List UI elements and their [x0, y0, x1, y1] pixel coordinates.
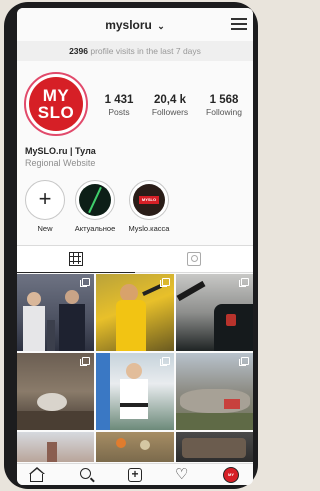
bottom-navigation: + ♡ MY: [17, 463, 253, 485]
nav-home[interactable]: [29, 467, 45, 483]
hamburger-menu-icon[interactable]: [231, 18, 247, 30]
following-count: 1 568: [209, 94, 239, 106]
post-thumbnail[interactable]: [17, 274, 94, 351]
multiple-photos-icon: [80, 278, 90, 287]
add-post-icon: +: [128, 468, 142, 482]
app-header: mysloru ⌄: [17, 8, 253, 40]
account-switcher[interactable]: mysloru ⌄: [17, 18, 253, 32]
post-thumbnail[interactable]: [96, 353, 174, 430]
username-label: mysloru: [105, 18, 152, 32]
profile-category: Regional Website: [25, 158, 96, 168]
avatar-logo-line2: SLO: [37, 103, 75, 122]
nav-activity[interactable]: ♡: [175, 467, 191, 483]
nav-add-post[interactable]: +: [127, 467, 143, 483]
multiple-photos-icon: [160, 278, 170, 287]
highlight-cover: MYSLO: [133, 184, 165, 216]
post-thumbnail[interactable]: [96, 274, 174, 351]
nav-profile[interactable]: MY: [223, 467, 239, 483]
following-stat[interactable]: 1 568 Following: [197, 94, 251, 117]
tab-tagged[interactable]: [135, 246, 253, 273]
highlight-cover: [79, 184, 111, 216]
search-icon: [80, 468, 91, 479]
highlight-circle: [75, 180, 115, 220]
chevron-down-icon: ⌄: [157, 21, 165, 31]
highlight-circle: +: [25, 180, 65, 220]
profile-tabs: [17, 245, 253, 273]
followers-stat[interactable]: 20,4 k Followers: [145, 94, 195, 117]
highlight-new[interactable]: + New: [19, 180, 71, 233]
plus-icon: +: [38, 186, 52, 211]
app-screen: mysloru ⌄ 2396 profile visits in the las…: [17, 8, 253, 485]
multiple-photos-icon: [239, 278, 249, 287]
nav-search[interactable]: [79, 467, 95, 483]
highlight-label: New: [37, 224, 53, 233]
home-icon: [29, 467, 45, 474]
post-thumbnail[interactable]: [96, 432, 174, 462]
post-thumbnail[interactable]: [17, 432, 94, 462]
tagged-icon: [187, 252, 201, 266]
avatar-logo: MY SLO: [29, 77, 83, 131]
highlight-label: Myslo.касса: [128, 224, 170, 233]
posts-stat[interactable]: 1 431 Posts: [99, 94, 139, 117]
post-thumbnail[interactable]: [176, 353, 253, 430]
phone-frame: mysloru ⌄ 2396 profile visits in the las…: [4, 2, 258, 489]
highlight-myslo-kassa[interactable]: MYSLO Myslo.касса: [123, 180, 175, 233]
followers-label: Followers: [151, 107, 189, 117]
multiple-photos-icon: [239, 357, 249, 366]
visits-text: profile visits in the last 7 days: [90, 46, 201, 56]
avatar[interactable]: MY SLO: [24, 72, 88, 136]
highlight-aktualnoe[interactable]: Актуальное: [69, 180, 121, 233]
post-thumbnail[interactable]: [17, 353, 94, 430]
myslo-logo: MYSLO: [139, 196, 159, 204]
followers-count: 20,4 k: [154, 94, 186, 106]
grid-icon: [69, 252, 83, 266]
visits-count: 2396: [69, 46, 88, 56]
profile-visits-banner[interactable]: 2396 profile visits in the last 7 days: [17, 41, 253, 61]
profile-name: MySLO.ru | Тула: [25, 146, 96, 156]
multiple-photos-icon: [160, 357, 170, 366]
multiple-photos-icon: [80, 357, 90, 366]
tab-grid[interactable]: [17, 246, 135, 273]
post-thumbnail[interactable]: [176, 432, 253, 462]
posts-label: Posts: [108, 107, 130, 117]
post-thumbnail[interactable]: [176, 274, 253, 351]
photo-grid: [17, 274, 253, 462]
following-label: Following: [206, 107, 242, 117]
posts-count: 1 431: [104, 94, 134, 106]
highlight-circle: MYSLO: [129, 180, 169, 220]
profile-icon: MY: [223, 467, 239, 483]
highlight-label: Актуальное: [74, 224, 116, 233]
heart-icon: ♡: [175, 466, 189, 483]
avatar-logo-line1: MY: [42, 86, 70, 105]
